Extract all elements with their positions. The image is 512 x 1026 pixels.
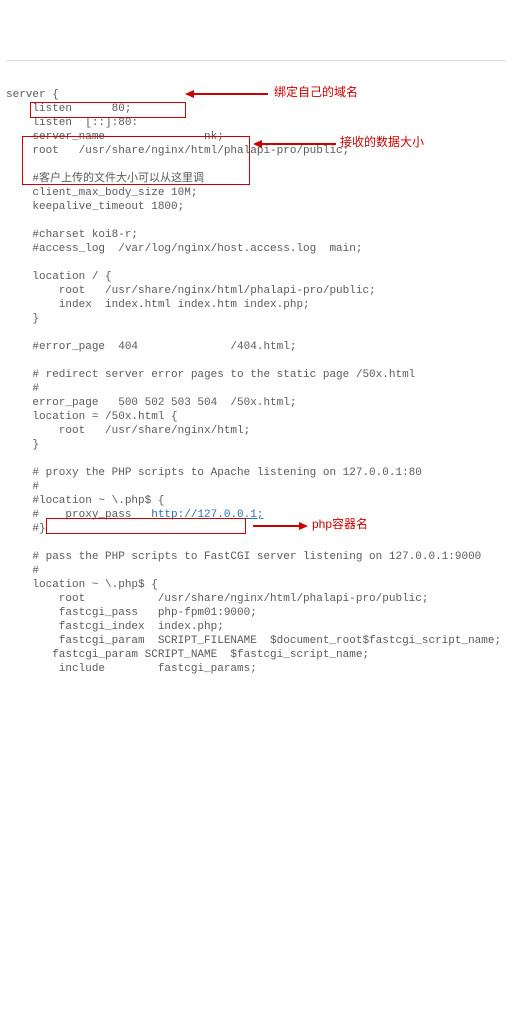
- code-line: #charset koi8-r;: [6, 229, 138, 241]
- code-line: fastcgi_param SCRIPT_NAME $fastcgi_scrip…: [6, 649, 369, 661]
- code-line: keepalive_timeout 1800;: [6, 201, 184, 213]
- note-body-size: 接收的数据大小: [340, 135, 424, 149]
- code-line: # proxy the PHP scripts to Apache listen…: [6, 467, 422, 479]
- code-line: error_page 500 502 503 504 /50x.html;: [6, 397, 296, 409]
- code-line: #: [6, 383, 39, 395]
- code-line: #: [6, 565, 39, 577]
- arrow-php-container: [253, 525, 299, 527]
- code-line: root /usr/share/nginx/html/phalapi-pro/p…: [6, 593, 428, 605]
- code-line: root /usr/share/nginx/html;: [6, 425, 250, 437]
- code-line-server-name: server_name nk;: [6, 131, 224, 143]
- code-line: index index.html index.htm index.php;: [6, 299, 310, 311]
- arrow-body-size: [262, 143, 336, 145]
- code-line: listen [::]:80:: [6, 117, 138, 129]
- code-line: location ~ \.php$ {: [6, 579, 158, 591]
- code-line: }: [6, 439, 39, 451]
- arrow-domain-head: [185, 90, 194, 98]
- top-rule: [6, 60, 506, 61]
- code-line: # pass the PHP scripts to FastCGI server…: [6, 551, 481, 563]
- code-line-proxy: # proxy_pass http://127.0.0.1;: [6, 509, 263, 521]
- code-line: fastcgi_param SCRIPT_FILENAME $document_…: [6, 635, 501, 647]
- code-line-fastcgi-pass: fastcgi_pass php-fpm01:9000;: [6, 607, 257, 619]
- code-line: #access_log /var/log/nginx/host.access.l…: [6, 243, 362, 255]
- code-line: server {: [6, 89, 59, 101]
- proxy-pass-link[interactable]: http://127.0.0.1;: [151, 509, 263, 521]
- code-line: #: [6, 481, 39, 493]
- code-line: root /usr/share/nginx/html/phalapi-pro/p…: [6, 145, 349, 157]
- note-domain: 绑定自己的域名: [274, 85, 358, 99]
- code-line: location / {: [6, 271, 112, 283]
- code-line: }: [6, 313, 39, 325]
- arrow-body-size-head: [253, 140, 262, 148]
- code-line: listen 80;: [6, 103, 131, 115]
- code-line-comment: #客户上传的文件大小可以从这里调: [6, 173, 204, 185]
- nginx-config-code: server { listen 80; listen [::]:80: serv…: [6, 60, 506, 956]
- code-line: fastcgi_index index.php;: [6, 621, 224, 633]
- arrow-domain: [194, 93, 268, 95]
- code-line: include fastcgi_params;: [6, 663, 257, 675]
- code-line: #location ~ \.php$ {: [6, 495, 164, 507]
- arrow-php-container-head: [299, 522, 308, 530]
- code-line: #}: [6, 523, 46, 535]
- note-php-container: php容器名: [312, 517, 368, 531]
- code-line: #error_page 404 /404.html;: [6, 341, 296, 353]
- code-line: location = /50x.html {: [6, 411, 178, 423]
- code-line: client_max_body_size 10M;: [6, 187, 197, 199]
- code-line: # redirect server error pages to the sta…: [6, 369, 415, 381]
- code-line: root /usr/share/nginx/html/phalapi-pro/p…: [6, 285, 376, 297]
